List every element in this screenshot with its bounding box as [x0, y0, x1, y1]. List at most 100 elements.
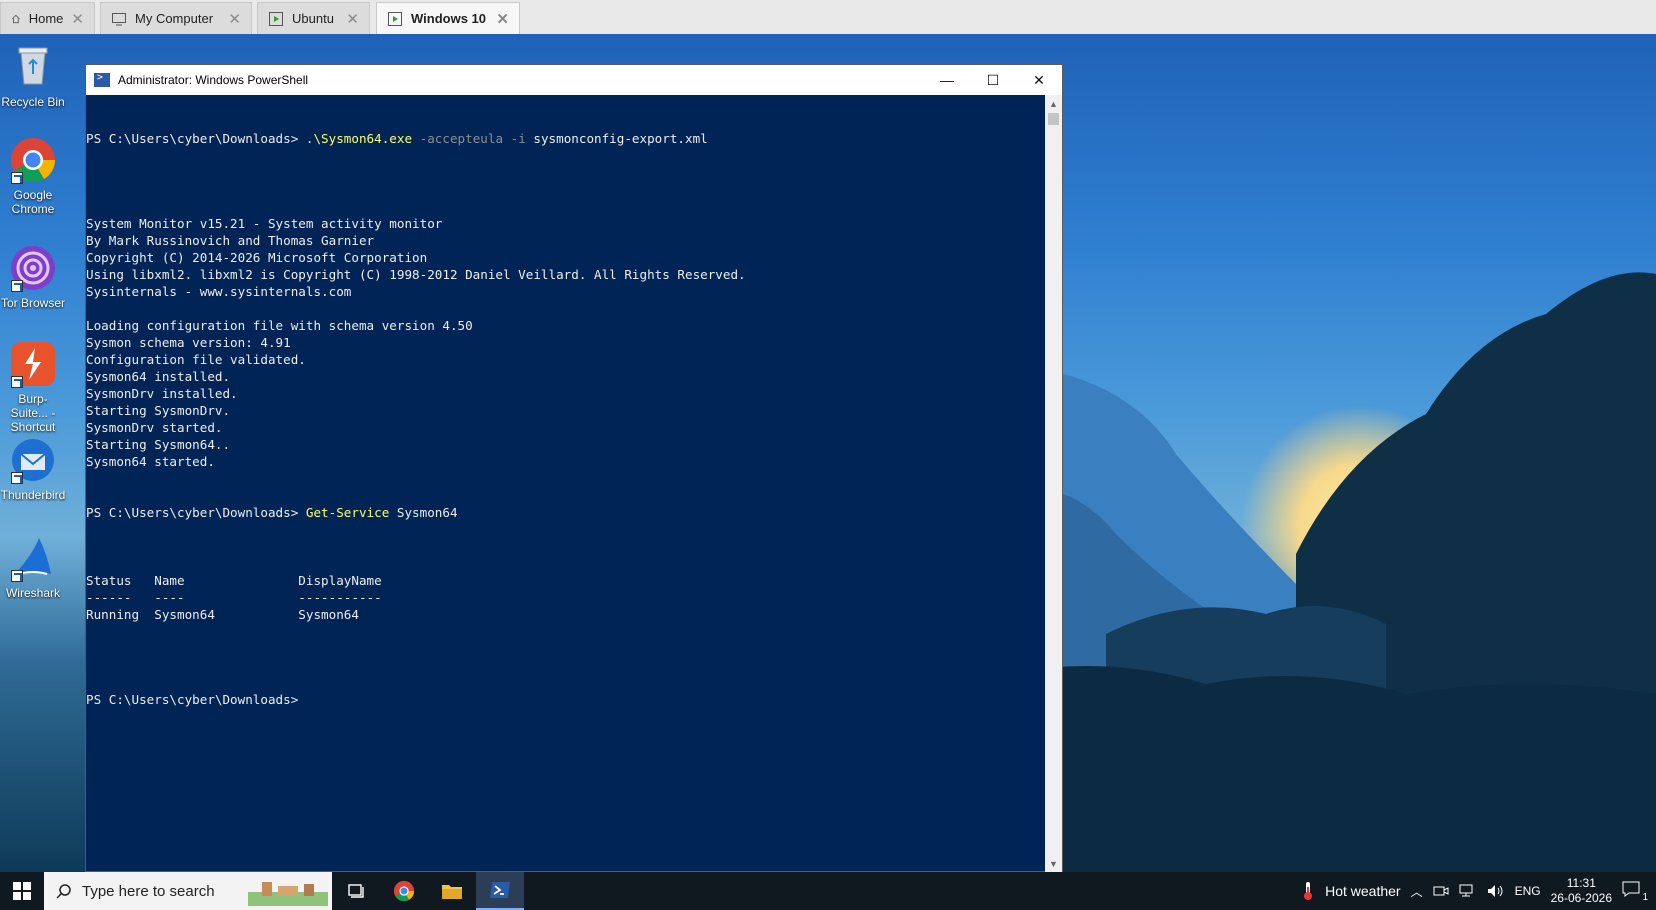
console-line: SysmonDrv installed. [86, 386, 238, 401]
notification-center-button[interactable]: 1 [1622, 881, 1648, 903]
console-line: Copyright (C) 2014-2026 Microsoft Corpor… [86, 250, 428, 265]
task-view-icon [348, 884, 364, 898]
desktop-icon-label: Google Chrome [11, 188, 55, 216]
tab-windows-10-close-icon[interactable]: ✕ [496, 10, 509, 28]
console-output[interactable]: PS C:\Users\cyber\Downloads> .\Sysmon64.… [86, 95, 1046, 873]
desktop-icon-thunderbird[interactable]: Thunderbird [0, 436, 66, 502]
powershell-icon [94, 72, 110, 87]
system-tray: Hot weather ︿ ENG 11:31 26-06-2026 1 [1301, 872, 1656, 910]
folder-icon [442, 885, 462, 899]
wallpaper-landscape [1006, 272, 1656, 872]
console-line: SysmonDrv started. [86, 420, 223, 435]
console-line: Using libxml2. libxml2 is Copyright (C) … [86, 267, 746, 282]
start-button[interactable] [0, 872, 44, 910]
desktop-icon-recycle-bin[interactable]: Recycle Bin [0, 40, 66, 109]
tab-windows-10[interactable]: Windows 10 ✕ [376, 2, 520, 34]
powershell-window[interactable]: Administrator: Windows PowerShell — ☐ ✕ … [85, 64, 1063, 873]
taskbar-chrome-button[interactable] [380, 872, 428, 910]
minimize-button[interactable]: — [924, 65, 970, 95]
thunderbird-icon [9, 436, 57, 484]
taskbar-file-explorer-button[interactable] [428, 872, 476, 910]
network-icon[interactable] [1459, 884, 1477, 898]
vm-icon [269, 11, 283, 26]
console-line: Sysmon schema version: 4.91 [86, 335, 291, 350]
tab-my-computer[interactable]: My Computer ✕ [100, 2, 252, 34]
console-line: System Monitor v15.21 - System activity … [86, 216, 443, 231]
weather-widget[interactable]: Hot weather [1325, 883, 1400, 899]
tab-my-computer-close-icon[interactable]: ✕ [228, 10, 241, 28]
search-placeholder: Type here to search [82, 882, 215, 900]
recycle-bin-icon [18, 47, 48, 85]
chevron-up-icon[interactable]: ︿ [1411, 883, 1423, 900]
taskbar-search-box[interactable]: Type here to search [44, 872, 332, 910]
vm-icon [388, 11, 402, 26]
thermometer-icon [1304, 882, 1313, 900]
console-line: Sysinternals - www.sysinternals.com [86, 284, 352, 299]
meet-now-icon[interactable] [1433, 884, 1449, 898]
notification-icon [1622, 881, 1640, 897]
desktop-icon-tor-browser[interactable]: Tor Browser [0, 244, 66, 310]
close-button[interactable]: ✕ [1016, 65, 1062, 95]
tab-home-close-icon[interactable]: ✕ [71, 10, 84, 28]
scroll-up-arrow-icon[interactable]: ▲ [1049, 99, 1058, 109]
wireshark-icon [9, 534, 57, 582]
desktop-icon-google-chrome[interactable]: Google Chrome [0, 136, 66, 216]
taskbar: Type here to search Hot weather ︿ ENG 11… [0, 872, 1656, 910]
tab-ubuntu[interactable]: Ubuntu ✕ [257, 2, 370, 34]
desktop-icon-label: Wireshark [5, 586, 60, 600]
task-view-button[interactable] [332, 872, 380, 910]
home-icon [11, 14, 20, 23]
chrome-icon [393, 880, 415, 902]
desktop-icon-label: Tor Browser [0, 296, 65, 310]
vertical-scrollbar[interactable]: ▲ ▼ [1045, 95, 1062, 873]
tab-windows-10-label: Windows 10 [411, 11, 487, 26]
console-output-block: System Monitor v15.21 - System activity … [86, 181, 1046, 470]
desktop-icon-label: Recycle Bin [1, 95, 65, 109]
window-titlebar[interactable]: Administrator: Windows PowerShell — ☐ ✕ [86, 65, 1062, 95]
tab-home[interactable]: Home ✕ [0, 2, 95, 34]
maximize-button[interactable]: ☐ [970, 65, 1016, 95]
console-line: Status Name DisplayName [86, 573, 382, 588]
chrome-icon [9, 136, 57, 184]
notification-count-badge: 1 [1642, 892, 1648, 903]
console-line: By Mark Russinovich and Thomas Garnier [86, 233, 375, 248]
console-line: Starting SysmonDrv. [86, 403, 231, 418]
console-line: Configuration file validated. [86, 352, 306, 367]
scroll-thumb[interactable] [1048, 113, 1059, 125]
taskbar-powershell-button[interactable] [476, 872, 524, 910]
tab-my-computer-label: My Computer [135, 11, 214, 26]
volume-icon[interactable] [1487, 884, 1505, 898]
console-line: Starting Sysmon64.. [86, 437, 231, 452]
tab-ubuntu-close-icon[interactable]: ✕ [346, 10, 359, 28]
console-line: Running Sysmon64 Sysmon64 [86, 607, 359, 622]
search-highlight-image [248, 882, 328, 906]
clock-time: 11:31 [1566, 876, 1596, 890]
console-prompt-line[interactable]: PS C:\Users\cyber\Downloads> [86, 691, 1046, 708]
monitor-icon [112, 12, 126, 25]
console-output-block: Status Name DisplayName ------ ---- -----… [86, 555, 1046, 657]
tor-browser-icon [9, 244, 57, 292]
search-icon [56, 884, 71, 899]
powershell-icon [490, 882, 510, 898]
burp-suite-icon [9, 340, 57, 388]
clock-date: 26-06-2026 [1550, 891, 1612, 905]
console-command-line: PS C:\Users\cyber\Downloads> .\Sysmon64.… [86, 131, 708, 146]
console-line: ------ ---- ----------- [86, 590, 382, 605]
desktop-icon-wireshark[interactable]: Wireshark [0, 534, 66, 600]
desktop-icon-burp-suite[interactable]: Burp-Suite... - Shortcut [0, 340, 66, 434]
window-title: Administrator: Windows PowerShell [118, 73, 309, 87]
desktop-icon-label: Burp-Suite... - Shortcut [10, 392, 56, 434]
language-indicator[interactable]: ENG [1515, 884, 1541, 898]
tab-ubuntu-label: Ubuntu [292, 11, 334, 26]
console-line: Loading configuration file with schema v… [86, 318, 473, 333]
tab-home-label: Home [28, 11, 64, 26]
clock[interactable]: 11:31 26-06-2026 [1551, 876, 1612, 906]
console-line: Sysmon64 started. [86, 454, 215, 469]
scroll-down-arrow-icon[interactable]: ▼ [1049, 859, 1058, 869]
